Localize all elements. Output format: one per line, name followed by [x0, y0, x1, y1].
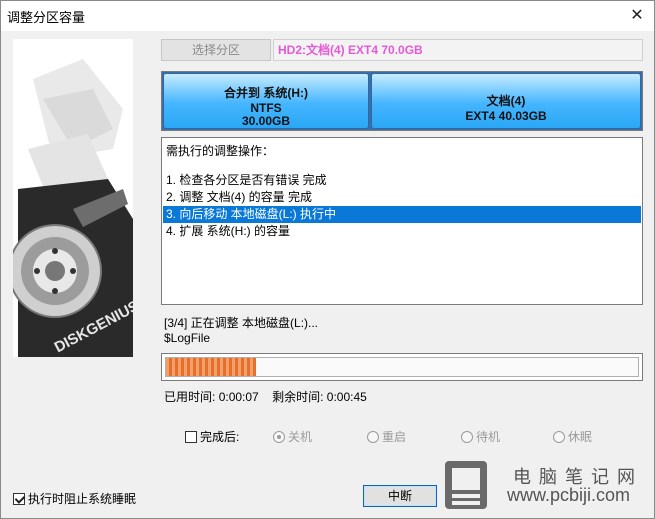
- progress-file: $LogFile: [164, 331, 211, 345]
- partition-name: 合并到 系统(H:): [224, 86, 308, 100]
- disk-info-label: HD2:文档(4) EXT4 70.0GB: [273, 39, 643, 61]
- remaining-label: 剩余时间:: [272, 390, 324, 404]
- remaining-value: 0:00:45: [326, 390, 367, 404]
- watermark-url: www.pcbiji.com: [507, 485, 631, 505]
- after-completion-row: 完成后: 关机 重启 待机 休眠: [185, 428, 645, 446]
- radio-label: 休眠: [568, 430, 593, 444]
- resize-partition-dialog: 调整分区容量 ✕ DISKGENIUS 选择分区 HD2:文档(4) EXT4 …: [0, 0, 655, 519]
- radio-label: 待机: [476, 430, 501, 444]
- elapsed-label: 已用时间:: [164, 390, 216, 404]
- list-item-selected[interactable]: 3. 向后移动 本地磁盘(L:) 执行中: [163, 206, 641, 223]
- checkbox-checked-icon: [13, 493, 25, 505]
- diskgenius-hard-drive-image: DISKGENIUS: [8, 39, 142, 357]
- radio-shutdown[interactable]: 关机: [273, 428, 312, 445]
- prevent-sleep-label: 执行时阻止系统睡眠: [28, 492, 137, 506]
- watermark: 电脑笔记网 www.pcbiji.com: [441, 457, 653, 515]
- prevent-sleep-checkbox[interactable]: 执行时阻止系统睡眠: [13, 490, 136, 507]
- list-item[interactable]: 4. 扩展 系统(H:) 的容量: [166, 223, 290, 240]
- partition-layout-bar: 合并到 系统(H:) NTFS 30.00GB 文档(4) EXT4 40.03…: [161, 71, 643, 131]
- operations-list: 需执行的调整操作： 1. 检查各分区是否有错误 完成 2. 调整 文档(4) 的…: [161, 137, 643, 305]
- elapsed-value: 0:00:07: [218, 390, 259, 404]
- after-completion-checkbox[interactable]: 完成后:: [185, 430, 239, 444]
- radio-hibernate[interactable]: 休眠: [553, 428, 592, 445]
- time-row: 已用时间: 0:00:07 剩余时间: 0:00:45: [164, 388, 367, 405]
- progress-bar: [161, 353, 643, 381]
- abort-button[interactable]: 中断: [363, 485, 437, 507]
- radio-label: 重启: [382, 430, 407, 444]
- window-title: 调整分区容量: [7, 10, 86, 25]
- after-completion-label: 完成后:: [200, 430, 240, 444]
- partition-name: 文档(4): [486, 94, 526, 108]
- operations-title: 需执行的调整操作：: [166, 144, 275, 158]
- partition-block-documents[interactable]: 文档(4) EXT4 40.03GB: [371, 73, 641, 129]
- title-bar: 调整分区容量 ✕: [1, 1, 654, 31]
- list-item[interactable]: 2. 调整 文档(4) 的容量 完成: [166, 189, 312, 206]
- computer-icon: [445, 461, 487, 509]
- progress-fill: [166, 358, 256, 376]
- partition-size: 30.00GB: [241, 114, 291, 128]
- radio-standby[interactable]: 待机: [461, 428, 500, 445]
- partition-fs: NTFS: [250, 101, 282, 115]
- progress-track: [165, 357, 639, 377]
- radio-restart[interactable]: 重启: [367, 428, 406, 445]
- partition-fs: EXT4 40.03GB: [465, 109, 547, 123]
- list-item[interactable]: 1. 检查各分区是否有错误 完成: [166, 172, 327, 189]
- progress-status: [3/4] 正在调整 本地磁盘(L:)...: [164, 316, 319, 330]
- radio-label: 关机: [288, 430, 313, 444]
- select-partition-button: 选择分区: [161, 39, 271, 61]
- partition-block-system[interactable]: 合并到 系统(H:) NTFS 30.00GB: [163, 73, 369, 129]
- close-icon[interactable]: ✕: [626, 5, 648, 27]
